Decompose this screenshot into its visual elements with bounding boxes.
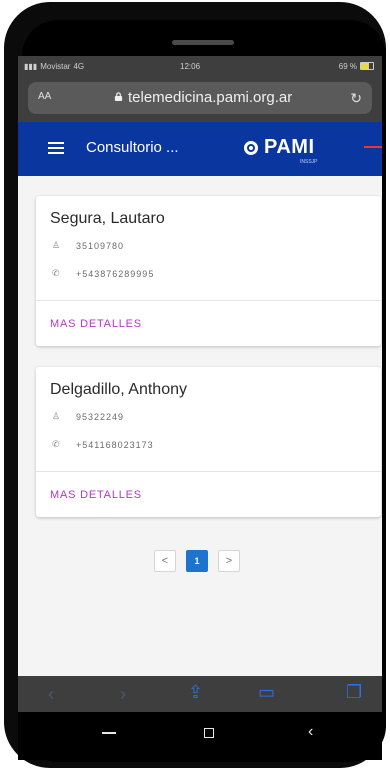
reload-icon[interactable]: ↻ [350, 90, 362, 107]
phone-icon: ✆ [52, 268, 61, 278]
patient-dni: 95322249 [76, 411, 125, 422]
next-page-button[interactable]: > [218, 550, 240, 572]
speaker [172, 40, 234, 45]
patient-phone: +541168023173 [76, 439, 154, 450]
patient-name: Segura, Lautaro [50, 210, 165, 227]
reader-text-size-button[interactable]: AA [38, 91, 51, 102]
browser-address-bar: AA telemedicina.pami.org.ar ↻ [18, 76, 382, 122]
battery-icon [360, 62, 374, 70]
battery-percentage: 69 % [338, 61, 357, 71]
patient-dni-row: ♙ 35109780 [52, 240, 124, 251]
system-nav-bar: ‹ [18, 712, 382, 760]
signal-icon: ▮▮▮ [24, 61, 38, 71]
patient-phone-row: ✆ +541168023173 [52, 439, 154, 450]
page-title: Consultorio ... [86, 139, 179, 156]
patient-dni: 35109780 [76, 240, 125, 251]
clock: 12:06 [180, 61, 201, 71]
home-square-icon[interactable] [204, 728, 214, 738]
pagination: < 1 > [154, 550, 240, 572]
status-bar: ▮▮▮ Movistar 4G 12:06 69 % [18, 56, 382, 76]
more-details-link[interactable]: MAS DETALLES [50, 318, 142, 330]
app-header: Consultorio ... PAMI INSSJP [18, 122, 382, 176]
url-text: telemedicina.pami.org.ar [128, 89, 293, 106]
brand-name: PAMI [264, 136, 315, 158]
browser-screen: ▮▮▮ Movistar 4G 12:06 69 % AA telemedici… [18, 56, 382, 676]
header-accent [364, 146, 382, 148]
card-divider [36, 471, 381, 472]
browser-toolbar: ‹ › ⇪ ▭ ❐ [18, 676, 382, 712]
pami-logo-mark [244, 140, 258, 155]
patient-dni-row: ♙ 95322249 [52, 411, 124, 422]
bookmarks-icon[interactable]: ▭ [258, 682, 275, 703]
card-divider [36, 300, 381, 301]
more-details-link[interactable]: MAS DETALLES [50, 489, 142, 501]
page-1-button[interactable]: 1 [186, 550, 208, 572]
phone-icon: ✆ [52, 439, 61, 449]
patient-card: Segura, Lautaro ♙ 35109780 ✆ +5438762899… [36, 196, 381, 346]
back-icon[interactable]: ‹ [48, 684, 54, 705]
menu-icon[interactable] [48, 142, 64, 154]
tabs-icon[interactable]: ❐ [346, 682, 362, 703]
url-field[interactable]: AA telemedicina.pami.org.ar ↻ [28, 82, 372, 114]
network-type: 4G [73, 61, 85, 71]
patient-phone: +543876289995 [76, 268, 155, 279]
system-back-icon[interactable]: ‹ [308, 723, 313, 741]
patient-name: Delgadillo, Anthony [50, 381, 187, 398]
brand-subtitle: INSSJP [300, 159, 318, 165]
share-icon[interactable]: ⇪ [188, 682, 203, 703]
patient-phone-row: ✆ +543876289995 [52, 268, 154, 279]
prev-page-button[interactable]: < [154, 550, 176, 572]
forward-icon[interactable]: › [120, 684, 126, 705]
home-dash-icon[interactable] [102, 732, 116, 734]
pami-logo: PAMI [244, 136, 315, 159]
lock-icon [114, 92, 123, 101]
person-icon: ♙ [52, 411, 62, 421]
patient-card: Delgadillo, Anthony ♙ 95322249 ✆ +541168… [36, 367, 381, 517]
carrier: Movistar [40, 61, 71, 71]
person-icon: ♙ [52, 240, 62, 250]
